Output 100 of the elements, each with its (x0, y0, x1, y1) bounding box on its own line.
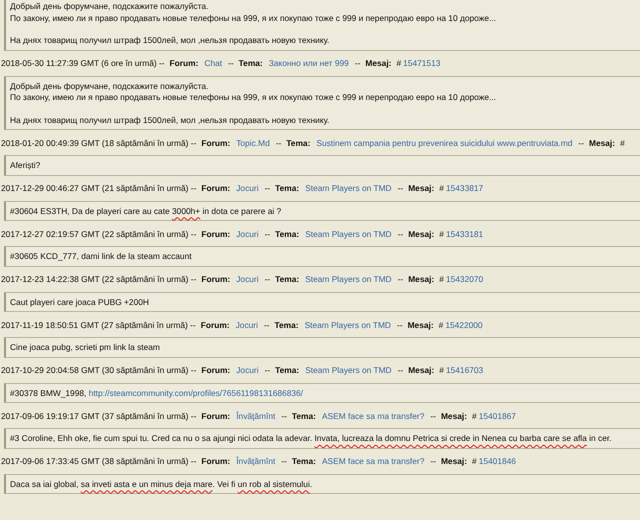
message-text: Добрый день форумчане, подскажите пожалуйста. (10, 80, 210, 92)
separator-text: -- (264, 183, 270, 193)
topic-link[interactable]: Законно или нет 999 (268, 58, 349, 68)
profile-link[interactable]: http://steamcommunity.com/profiles/76561198131686836/ (88, 388, 303, 398)
topic-link[interactable]: Sustinem campania pentru prevenirea suicidului www.pentruviata.md (316, 138, 572, 148)
hash-sign: # (439, 274, 444, 284)
field-label: Tema: (286, 138, 310, 148)
field-label: Mesaj: (408, 274, 434, 284)
field-label: Tema: (275, 228, 300, 238)
separator-text: -- (264, 274, 270, 284)
message-text: #3 Coroline, Ehh oke, fie cum spui tu. Cred ca nu o sa ajungi nici odata la adevar. Invata, lucreaza la domnu Petrica si crede in Nenea cu barba care se afla in cer. (10, 433, 612, 444)
topic-link[interactable]: ASEM face sa ma transfer? (322, 410, 424, 420)
post-date: 2017-11-19 18:50:51 GMT (27 săptămâni în urmă) -- (1, 320, 196, 330)
forum-link[interactable]: Jocuri (236, 228, 259, 238)
forum-link[interactable]: Jocuri (236, 274, 259, 284)
field-label: Mesaj: (408, 183, 434, 193)
separator-text: -- (354, 58, 360, 68)
forum-link[interactable]: Chat (204, 58, 222, 68)
post-date: 2017-09-06 19:19:17 GMT (37 săptămâni în urmă) -- (1, 410, 196, 420)
message-text: Cine joaca pubg, scrieti pm link la steam (10, 342, 161, 354)
field-label: Tema: (275, 274, 300, 284)
message-text: По закону, имею ли я право продавать новые телефоны на 999, я их покупаю тоже с 999 и перепродаю евро на 10 дороже... (10, 12, 497, 24)
message-link[interactable]: 15401846 (478, 456, 516, 466)
field-label: Mesaj: (408, 320, 434, 330)
separator-text: -- (430, 456, 436, 466)
forum-link[interactable]: Jocuri (236, 320, 258, 330)
topic-link[interactable]: Steam Players on TMD (305, 228, 392, 238)
message-text: По закону, имею ли я право продавать новые телефоны на 999, я их покупаю тоже с 999 и перепродаю евро на 10 дороже... (10, 92, 497, 104)
message-text: Добрый день форумчане, подскажите пожалуйста. (10, 1, 210, 12)
topic-link[interactable]: ASEM face sa ma transfer? (322, 456, 424, 466)
message-text: Daca sa iai global, sa inveti asta e un minus deja mare. Vei fi un rob al sistemului. (10, 478, 314, 490)
topic-link[interactable]: Steam Players on TMD (304, 320, 391, 330)
hash-sign: # (439, 228, 444, 238)
message-text: На днях товарищ получил штраф 1500лей, мол ,нельзя продавать новую технику. (10, 35, 330, 46)
message-text: На днях товарищ получил штраф 1500лей, мол ,нельзя продавать новую технику. (10, 114, 330, 126)
separator-text: -- (281, 456, 287, 466)
message-link[interactable]: 15433181 (446, 228, 484, 238)
field-label: Forum: (201, 183, 230, 193)
forum-link[interactable]: Topic.Md (236, 138, 270, 148)
hash-sign: # (396, 58, 402, 68)
message-text: #30605 KCD_777, dami link de la steam accaunt (10, 251, 193, 262)
hash-sign: # (439, 183, 444, 193)
message-link[interactable]: 15416703 (446, 365, 484, 375)
field-label: Mesaj: (440, 456, 468, 466)
field-label: Mesaj: (408, 365, 434, 375)
post-date: 2017-12-29 00:46:27 GMT (21 săptămâni în urmă) -- (1, 183, 196, 193)
forum-link[interactable]: Jocuri (236, 365, 259, 375)
forum-link[interactable]: Învăţămînt (236, 410, 276, 420)
hash-sign: # (439, 365, 444, 375)
field-label: Forum: (170, 58, 198, 68)
field-label: Tema: (274, 320, 299, 330)
hash-sign: # (438, 320, 444, 330)
field-label: Forum: (201, 138, 230, 148)
separator-text: -- (264, 365, 270, 375)
field-label: Tema: (238, 58, 263, 68)
field-label: Forum: (201, 365, 230, 375)
post-date: 2017-10-29 20:04:58 GMT (30 săptămâni în urmă) -- (1, 365, 196, 375)
post-date: 2017-12-23 14:22:38 GMT (22 săptămâni în urmă) -- (1, 274, 196, 284)
message-link[interactable]: 15471513 (403, 58, 440, 68)
message-link[interactable]: 15432070 (446, 274, 484, 284)
message-text: Caut playeri care joaca PUBG +200H (10, 296, 150, 308)
hash-sign: # (472, 410, 477, 420)
field-label: Forum: (201, 456, 230, 466)
separator-text: -- (398, 228, 404, 238)
post-date: 2018-05-30 11:27:39 GMT (6 ore în urmă) -- (1, 58, 165, 68)
field-label: Forum: (200, 320, 230, 330)
field-label: Forum: (201, 410, 230, 420)
separator-text: -- (264, 320, 270, 330)
field-label: Mesaj: (365, 58, 392, 68)
separator-text: -- (264, 228, 270, 238)
hash-sign: # (472, 456, 477, 466)
field-label: Tema: (292, 410, 316, 420)
separator-text: -- (276, 138, 282, 148)
field-label: Tema: (275, 183, 300, 193)
separator-text: -- (281, 410, 287, 420)
separator-text: -- (398, 365, 404, 375)
message-text: #30604 ES3TH, Da de playeri care au cate 3000h+ in dota ce parere ai ? (10, 206, 282, 217)
topic-link[interactable]: Steam Players on TMD (305, 365, 392, 375)
field-label: Tema: (275, 365, 300, 375)
message-link[interactable]: 15401867 (478, 410, 516, 420)
forum-link[interactable]: Jocuri (236, 183, 259, 193)
message-link[interactable]: 15422000 (445, 320, 483, 330)
separator-text: -- (430, 410, 436, 420)
field-label: Mesaj: (588, 138, 616, 148)
topic-link[interactable]: Steam Players on TMD (305, 183, 392, 193)
hash-sign: # (620, 138, 625, 148)
message-text: Aferiști? (10, 160, 42, 172)
separator-text: -- (398, 274, 404, 284)
field-label: Mesaj: (408, 228, 434, 238)
separator-text: -- (578, 138, 584, 148)
field-label: Mesaj: (440, 410, 468, 420)
separator-text: -- (228, 58, 234, 68)
field-label: Forum: (201, 228, 230, 238)
post-date: 2017-09-06 17:33:45 GMT (38 săptămâni în urmă) -- (1, 456, 196, 466)
separator-text: -- (398, 183, 404, 193)
topic-link[interactable]: Steam Players on TMD (305, 274, 392, 284)
separator-text: -- (396, 320, 403, 330)
message-link[interactable]: 15433817 (446, 183, 484, 193)
post-date: 2018-01-20 00:49:39 GMT (18 săptămâni în urmă) -- (1, 138, 196, 148)
forum-link[interactable]: Învăţămînt (236, 456, 276, 466)
